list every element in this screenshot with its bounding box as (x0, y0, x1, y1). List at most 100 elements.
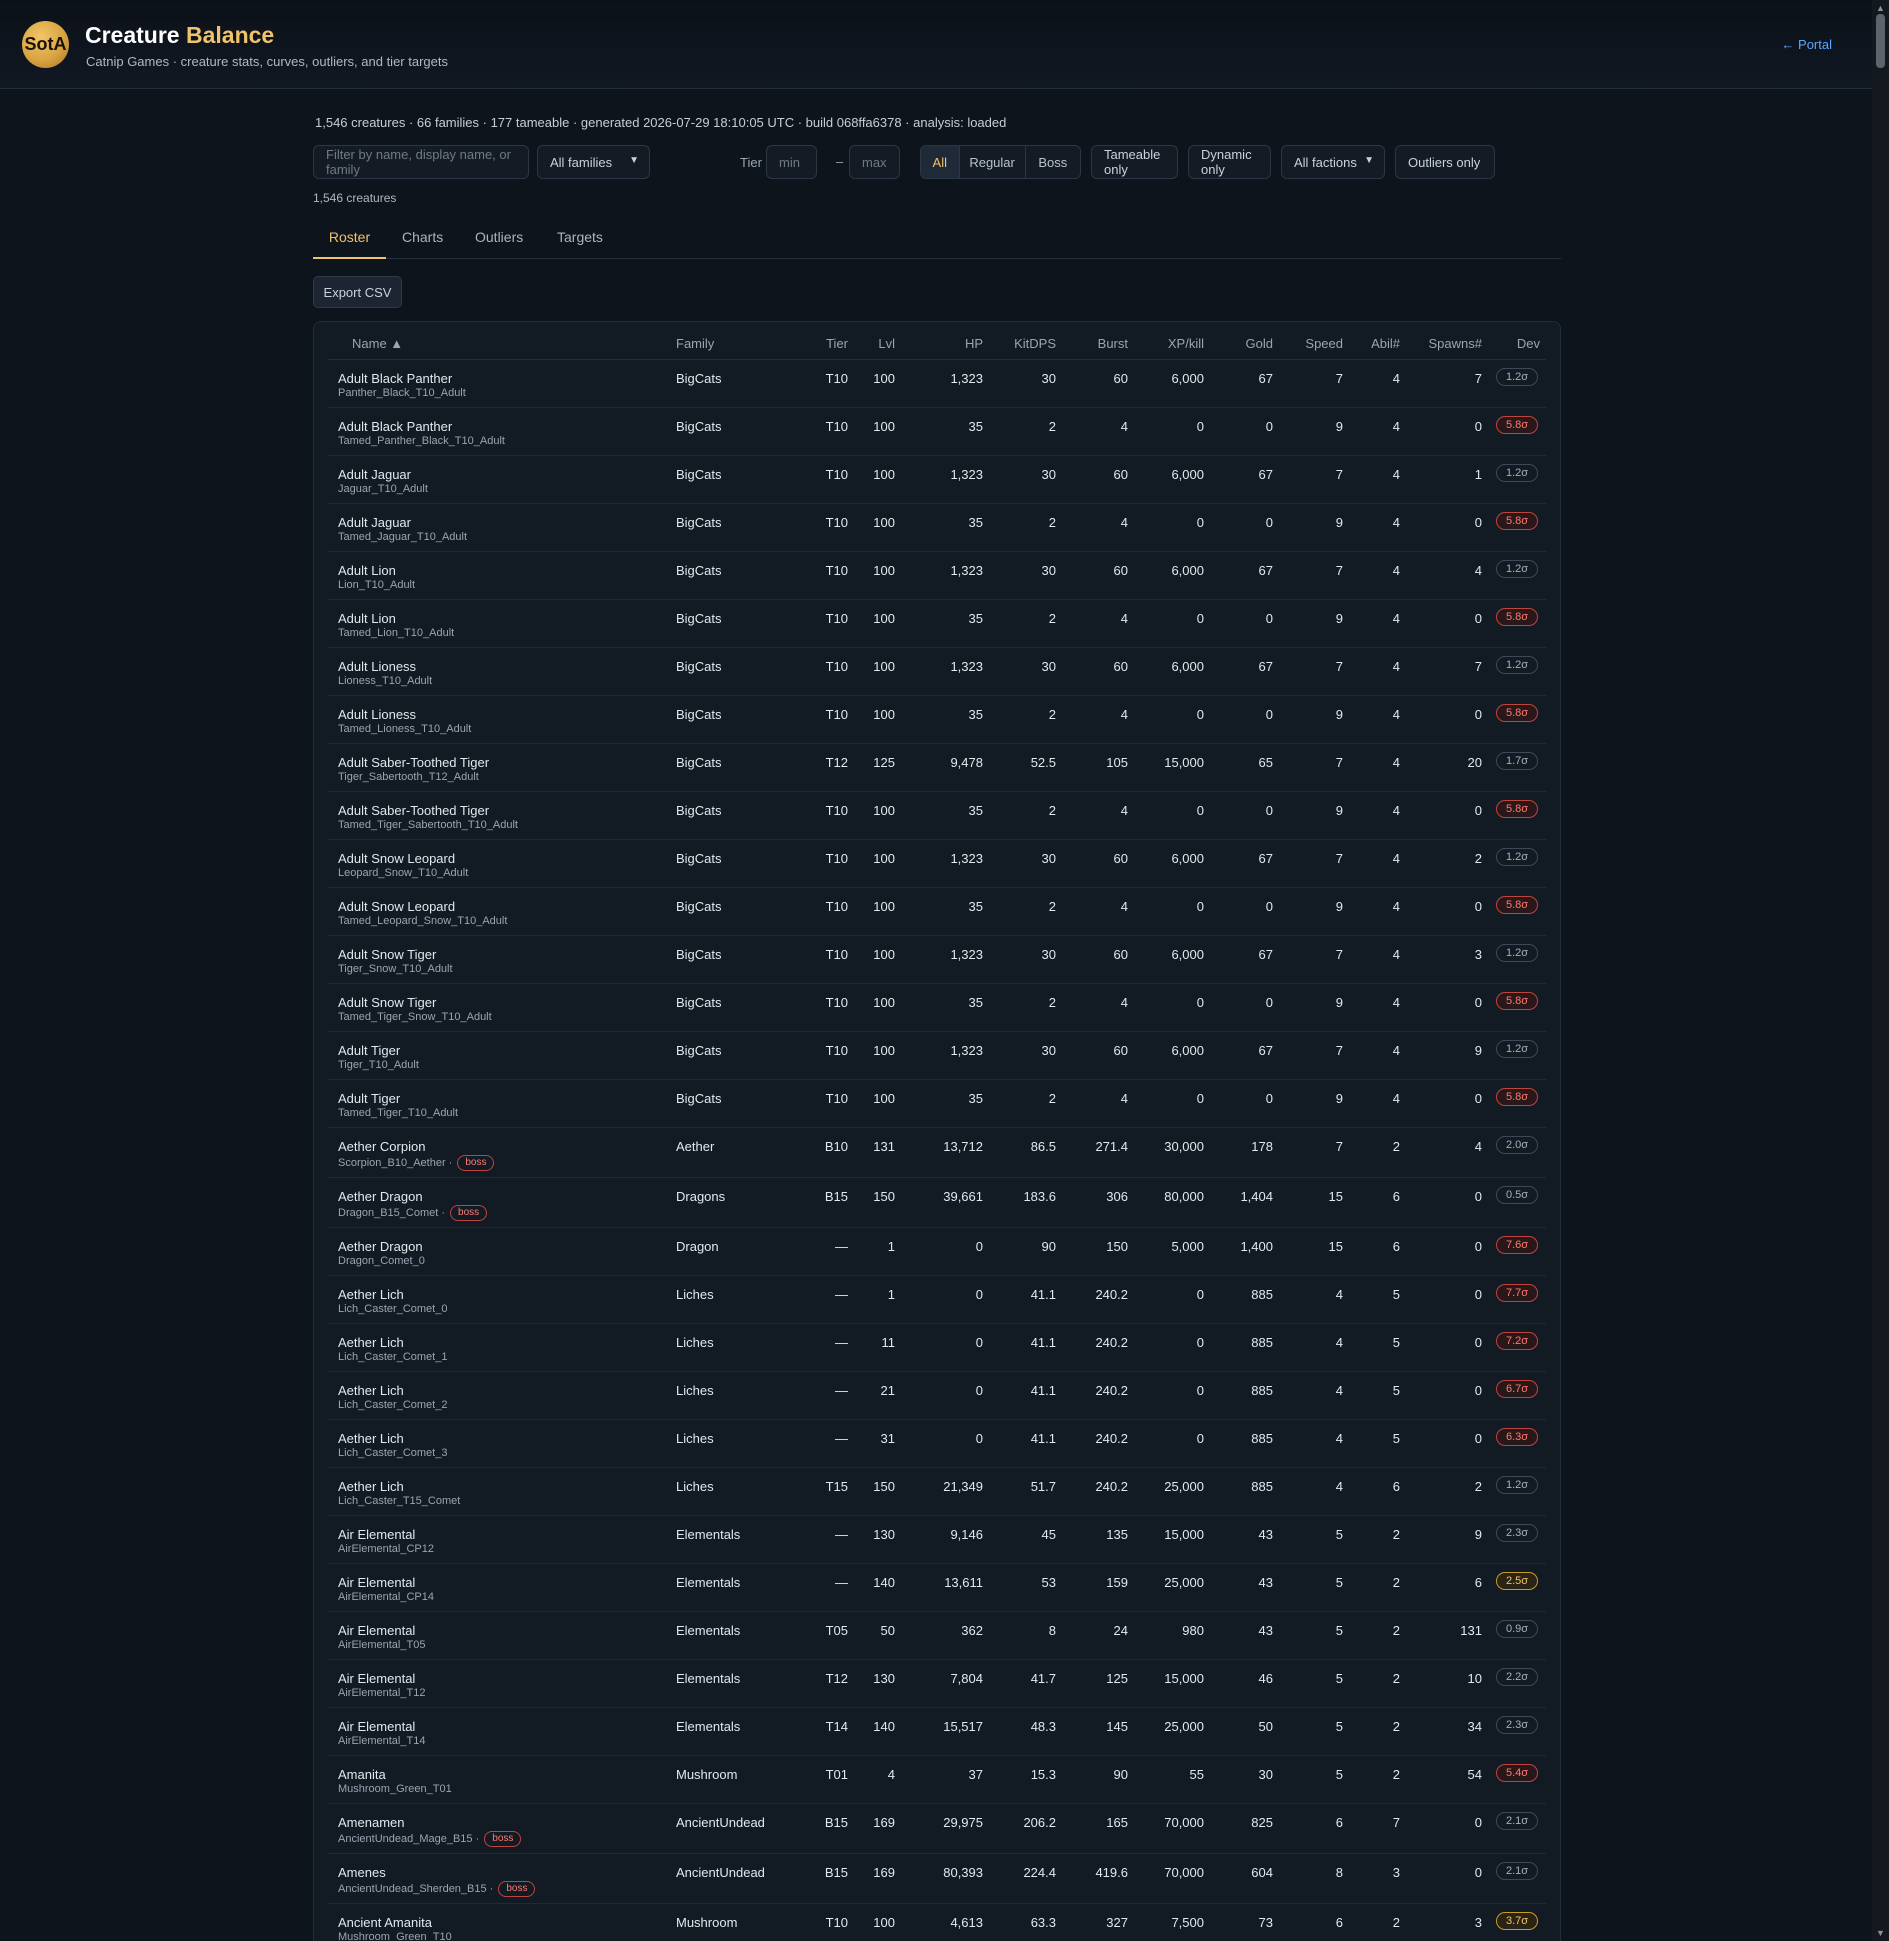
table-row[interactable]: Adult Lioness Lioness_T10_Adult BigCats T10… (328, 648, 1546, 696)
table-row[interactable]: Air Elemental AirElemental_CP12 Elementals… (328, 1516, 1546, 1564)
table-row[interactable]: Adult Lioness Tamed_Lioness_T10_Adult BigC… (328, 696, 1546, 744)
table-header: Name ▲ Family Tier Lvl HP KitDPS Burst X… (328, 322, 1546, 360)
creature-name: Aether Dragon (338, 1239, 423, 1254)
cell-tier: — (835, 1575, 848, 1590)
seg-regular-button[interactable]: Regular (960, 146, 1026, 178)
table-row[interactable]: Adult Black Panther Panther_Black_T10_Adu… (328, 360, 1546, 408)
creature-internal-name: Tiger_Snow_T10_Adult (338, 963, 453, 975)
cell-burst: 105 (1106, 755, 1128, 770)
tier-max-input[interactable]: max (849, 145, 900, 179)
table-row[interactable]: Air Elemental AirElemental_CP14 Elementals… (328, 1564, 1546, 1612)
cell-hp: 1,323 (950, 1043, 983, 1058)
portal-link[interactable]: ← Portal (1781, 37, 1832, 52)
cell-speed: 9 (1335, 515, 1343, 530)
table-row[interactable]: Amenes AncientUndead_Sherden_B15 · boss Anc… (328, 1854, 1546, 1904)
tab-charts[interactable]: Charts (402, 229, 443, 259)
cell-xp: 0 (1196, 803, 1204, 818)
table-row[interactable]: Adult Snow Leopard Tamed_Leopard_Snow_T10… (328, 888, 1546, 936)
col-lvl-header[interactable]: Lvl (855, 336, 895, 351)
table-row[interactable]: Air Elemental AirElemental_T14 Elementals T… (328, 1708, 1546, 1756)
cell-lvl: 125 (873, 755, 895, 770)
tameable-only-toggle[interactable]: Tameable only (1091, 145, 1178, 179)
cell-family: Elementals (676, 1623, 741, 1638)
cell-tier: T10 (825, 851, 848, 866)
deviation-badge: 1.2σ (1496, 560, 1538, 578)
col-dev-header[interactable]: Dev (1482, 336, 1540, 351)
table-row[interactable]: Aether Dragon Dragon_Comet_0 Dragon — 1 0 90 15… (328, 1228, 1546, 1276)
table-row[interactable]: Adult Saber-Toothed Tiger Tamed_Tiger_Sab… (328, 792, 1546, 840)
creature-internal-name: Lich_Caster_Comet_2 (338, 1399, 447, 1411)
cell-spawns: 6 (1474, 1575, 1482, 1590)
tab-targets[interactable]: Targets (557, 229, 603, 259)
table-row[interactable]: Air Elemental AirElemental_T12 Elementals T… (328, 1660, 1546, 1708)
col-xp-header[interactable]: XP/kill (1128, 336, 1204, 351)
internal-name-text: Tiger_Snow_T10_Adult (338, 963, 453, 975)
table-row[interactable]: Adult Black Panther Tamed_Panther_Black_T… (328, 408, 1546, 456)
table-row[interactable]: Adult Jaguar Jaguar_T10_Adult BigCats T10 10… (328, 456, 1546, 504)
table-row[interactable]: Ancient Amanita Mushroom_Green_T10 Mushroo… (328, 1904, 1546, 1941)
col-tier-header[interactable]: Tier (808, 336, 848, 351)
col-spawns-header[interactable]: Spawns# (1400, 336, 1482, 351)
cell-xp: 55 (1189, 1767, 1204, 1782)
col-family-header[interactable]: Family (676, 336, 714, 351)
deviation-badge: 1.2σ (1496, 368, 1538, 386)
cell-tier: T10 (825, 1091, 848, 1106)
page-scrollbar[interactable]: ▲ ▼ (1872, 0, 1889, 1941)
col-burst-header[interactable]: Burst (1068, 336, 1128, 351)
col-hp-header[interactable]: HP (908, 336, 983, 351)
cell-xp: 6,000 (1171, 371, 1204, 386)
table-row[interactable]: Adult Jaguar Tamed_Jaguar_T10_Adult BigCat… (328, 504, 1546, 552)
cell-spawns: 7 (1474, 659, 1482, 674)
cell-family: BigCats (676, 947, 722, 962)
table-row[interactable]: Aether Corpion Scorpion_B10_Aether · boss A… (328, 1128, 1546, 1178)
table-row[interactable]: Adult Lion Lion_T10_Adult BigCats T10 100 1,3… (328, 552, 1546, 600)
col-speed-header[interactable]: Speed (1273, 336, 1343, 351)
family-select[interactable]: All families ▼ (537, 145, 650, 179)
col-gold-header[interactable]: Gold (1208, 336, 1273, 351)
col-abil-header[interactable]: Abil# (1343, 336, 1400, 351)
table-row[interactable]: Amanita Mushroom_Green_T01 Mushroom T01 4 37 1… (328, 1756, 1546, 1804)
table-row[interactable]: Adult Snow Tiger Tiger_Snow_T10_Adult BigC… (328, 936, 1546, 984)
table-row[interactable]: Amenamen AncientUndead_Mage_B15 · boss Anci… (328, 1804, 1546, 1854)
cell-lvl: 131 (873, 1139, 895, 1154)
search-input[interactable]: Filter by name, display name, or family (313, 145, 529, 179)
outliers-only-toggle[interactable]: Outliers only (1395, 145, 1495, 179)
table-row[interactable]: Aether Lich Lich_Caster_Comet_3 Liches — 31 0… (328, 1420, 1546, 1468)
deviation-badge: 1.2σ (1496, 1040, 1538, 1058)
deviation-badge: 1.2σ (1496, 656, 1538, 674)
seg-all-button[interactable]: All (921, 146, 960, 178)
col-kitdps-header[interactable]: KitDPS (983, 336, 1056, 351)
table-row[interactable]: Aether Lich Lich_Caster_Comet_1 Liches — 11 0… (328, 1324, 1546, 1372)
table-row[interactable]: Air Elemental AirElemental_T05 Elementals T… (328, 1612, 1546, 1660)
cell-hp: 0 (975, 1287, 983, 1302)
table-row[interactable]: Aether Lich Lich_Caster_Comet_0 Liches — 1 0 4… (328, 1276, 1546, 1324)
table-row[interactable]: Adult Saber-Toothed Tiger Tiger_Sabertoot… (328, 744, 1546, 792)
scroll-thumb[interactable] (1876, 14, 1885, 68)
tier-min-input[interactable]: min (766, 145, 817, 179)
table-row[interactable]: Adult Snow Leopard Leopard_Snow_T10_Adult… (328, 840, 1546, 888)
table-row[interactable]: Aether Lich Lich_Caster_Comet_2 Liches — 21 0… (328, 1372, 1546, 1420)
internal-name-text: AirElemental_T14 (338, 1735, 426, 1747)
table-row[interactable]: Aether Dragon Dragon_B15_Comet · boss Drago… (328, 1178, 1546, 1228)
tab-outliers[interactable]: Outliers (475, 229, 523, 259)
tab-roster[interactable]: Roster (313, 229, 386, 259)
cell-tier: T10 (825, 659, 848, 674)
cell-speed: 7 (1335, 659, 1343, 674)
table-row[interactable]: Aether Lich Lich_Caster_T15_Comet Liches T1… (328, 1468, 1546, 1516)
dynamic-only-toggle[interactable]: Dynamic only (1188, 145, 1271, 179)
deviation-badge: 7.7σ (1496, 1284, 1538, 1302)
seg-boss-button[interactable]: Boss (1026, 146, 1080, 178)
cell-kitdps: 30 (1041, 467, 1056, 482)
faction-select[interactable]: All factions ▼ (1281, 145, 1385, 179)
scroll-up-arrow-icon[interactable]: ▲ (1876, 3, 1885, 13)
cell-abil: 6 (1392, 1189, 1400, 1204)
table-row[interactable]: Adult Lion Tamed_Lion_T10_Adult BigCats T10… (328, 600, 1546, 648)
table-row[interactable]: Adult Snow Tiger Tamed_Tiger_Snow_T10_Adu… (328, 984, 1546, 1032)
table-row[interactable]: Adult Tiger Tiger_T10_Adult BigCats T10 100 1… (328, 1032, 1546, 1080)
cell-abil: 4 (1392, 419, 1400, 434)
scroll-down-arrow-icon[interactable]: ▼ (1876, 1928, 1885, 1938)
table-row[interactable]: Adult Tiger Tamed_Tiger_T10_Adult BigCats T… (328, 1080, 1546, 1128)
internal-name-text: Tamed_Leopard_Snow_T10_Adult (338, 915, 508, 927)
export-csv-button[interactable]: Export CSV (313, 276, 402, 308)
col-name-header[interactable]: Name ▲ (352, 336, 403, 351)
